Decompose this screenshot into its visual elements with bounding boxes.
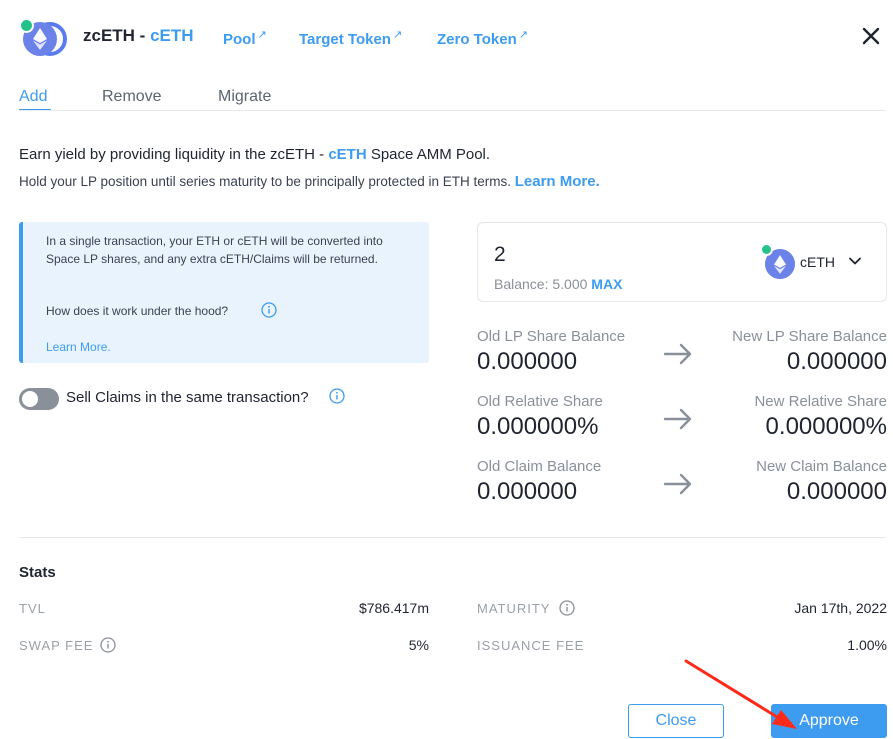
pool-link[interactable]: Pool ↗ bbox=[223, 28, 267, 48]
balance-text: Balance: 5.000 MAX bbox=[494, 276, 623, 292]
section-divider bbox=[19, 537, 886, 538]
tab-add[interactable]: Add bbox=[19, 88, 47, 106]
maturity-label: MATURITY bbox=[477, 601, 551, 616]
pool-title: zcETH - cETH bbox=[83, 26, 194, 45]
external-link-icon: ↗ bbox=[518, 29, 528, 41]
modal-header: zcETH - cETH Pool ↗ Target Token ↗ Zero To… bbox=[0, 0, 893, 72]
external-link-icon: ↗ bbox=[392, 29, 403, 41]
close-button[interactable]: Close bbox=[628, 704, 724, 738]
zero-token-link[interactable]: Zero Token ↗ bbox=[437, 28, 528, 48]
info-icon[interactable] bbox=[329, 388, 345, 409]
zceth-token-logo-icon bbox=[19, 18, 69, 56]
tvl-value: $786.417m bbox=[358, 600, 429, 616]
tab-bar: Add Remove Migrate bbox=[0, 84, 893, 112]
tab-remove[interactable]: Remove bbox=[102, 88, 162, 106]
info-learn-more-link[interactable]: Learn More. bbox=[46, 340, 111, 354]
info-icon[interactable] bbox=[100, 637, 116, 658]
amount-input-card: 2 Balance: 5.000 MAX cETH bbox=[477, 222, 887, 302]
close-icon[interactable] bbox=[859, 24, 883, 48]
old-relative-share-value: 0.000000% bbox=[477, 413, 599, 440]
issuance-fee-value: 1.00% bbox=[847, 637, 887, 653]
swap-fee-value: 5% bbox=[408, 637, 429, 653]
chevron-down-icon bbox=[848, 254, 862, 273]
arrow-right-icon bbox=[663, 342, 693, 371]
old-lp-share-label: Old LP Share Balance bbox=[477, 328, 626, 345]
amount-input[interactable]: 2 bbox=[494, 243, 506, 267]
sell-claims-toggle[interactable] bbox=[19, 388, 59, 410]
info-icon[interactable] bbox=[261, 302, 277, 323]
issuance-fee-label: ISSUANCE FEE bbox=[477, 638, 585, 653]
new-claim-balance-value: 0.000000 bbox=[786, 478, 887, 505]
claim-balance-row: Old Claim Balance 0.000000 New Claim Bal… bbox=[477, 458, 887, 516]
new-relative-share-label: New Relative Share bbox=[754, 393, 887, 410]
learn-more-link[interactable]: Learn More. bbox=[515, 173, 600, 190]
target-token-link[interactable]: Target Token ↗ bbox=[299, 28, 402, 48]
old-relative-share-label: Old Relative Share bbox=[477, 393, 603, 410]
tvl-label: TVL bbox=[19, 601, 46, 616]
lp-share-row: Old LP Share Balance 0.000000 New LP Sha… bbox=[477, 328, 887, 386]
new-relative-share-value: 0.000000% bbox=[765, 413, 887, 440]
info-callout: In a single transaction, your ETH or cET… bbox=[19, 222, 429, 363]
old-lp-share-value: 0.000000 bbox=[477, 348, 578, 375]
info-icon[interactable] bbox=[559, 600, 575, 621]
info-text: In a single transaction, your ETH or cET… bbox=[46, 234, 383, 266]
sell-claims-label: Sell Claims in the same transaction? bbox=[66, 389, 309, 406]
old-claim-balance-label: Old Claim Balance bbox=[477, 458, 602, 475]
how-it-works-text: How does it work under the hood? bbox=[46, 304, 229, 318]
stats-heading: Stats bbox=[19, 564, 56, 581]
arrow-right-icon bbox=[663, 407, 693, 436]
relative-share-row: Old Relative Share 0.000000% New Relativ… bbox=[477, 393, 887, 451]
new-lp-share-value: 0.000000 bbox=[786, 348, 887, 375]
external-link-icon: ↗ bbox=[257, 29, 267, 41]
new-lp-share-label: New LP Share Balance bbox=[732, 328, 887, 345]
token-selector[interactable]: cETH bbox=[760, 241, 880, 281]
arrow-right-icon bbox=[663, 472, 693, 501]
maturity-value: Jan 17th, 2022 bbox=[794, 600, 887, 616]
new-claim-balance-label: New Claim Balance bbox=[756, 458, 887, 475]
tabs-divider bbox=[19, 110, 886, 111]
tab-migrate[interactable]: Migrate bbox=[218, 88, 271, 106]
approve-button[interactable]: Approve bbox=[771, 704, 887, 738]
intro-description: Hold your LP position until series matur… bbox=[19, 173, 600, 190]
old-claim-balance-value: 0.000000 bbox=[477, 478, 578, 505]
swap-fee-label: SWAP FEE bbox=[19, 638, 94, 653]
token-name: cETH bbox=[800, 254, 835, 270]
intro-heading: Earn yield by providing liquidity in the… bbox=[19, 146, 491, 163]
max-button[interactable]: MAX bbox=[591, 276, 622, 292]
